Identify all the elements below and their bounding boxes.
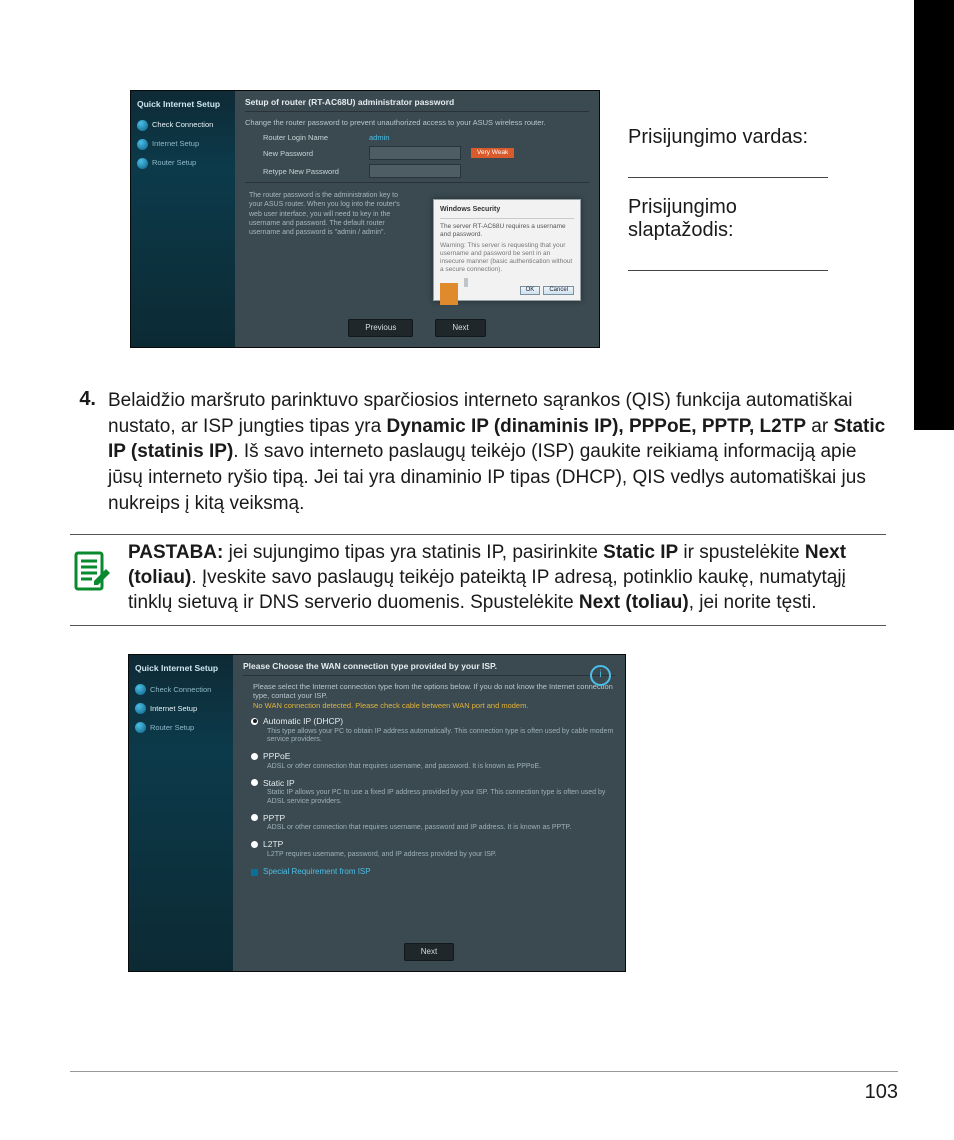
step-dot-icon — [135, 722, 146, 733]
wan-option-l2tp[interactable]: L2TP L2TP requires username, password, an… — [251, 839, 615, 859]
sidebar-item-internet-setup[interactable]: Internet Setup — [135, 699, 227, 718]
popup-title: Windows Security — [440, 206, 574, 219]
panel-title: Setup of router (RT-AC68U) administrator… — [245, 97, 589, 108]
radio-icon — [251, 779, 258, 786]
router-main-panel: i Please Choose the WAN connection type … — [233, 655, 625, 971]
option-label: Automatic IP (DHCP) — [263, 716, 343, 726]
step-4: 4. Belaidžio maršruto parinktuvo sparčio… — [70, 388, 886, 516]
wan-option-automatic-ip-dhcp-[interactable]: Automatic IP (DHCP) This type allows your… — [251, 716, 615, 745]
panel-title: Please Choose the WAN connection type pr… — [243, 661, 615, 672]
username-blank-line — [628, 155, 828, 178]
option-label: L2TP — [263, 839, 283, 849]
popup-cancel-button[interactable]: Cancel — [543, 286, 574, 296]
retype-password-input[interactable] — [369, 164, 461, 178]
step-number: 4. — [70, 388, 96, 516]
panel-description: Change the router password to prevent un… — [245, 118, 589, 127]
radio-icon — [251, 841, 258, 848]
panel-description: Please select the Internet connection ty… — [253, 682, 615, 710]
step-dot-icon — [135, 684, 146, 695]
router-wan-type-screenshot: Quick Internet Setup Check Connection In… — [128, 654, 626, 972]
note-block: PASTABA: jei sujungimo tipas yra statini… — [70, 534, 886, 626]
note-icon — [70, 541, 114, 615]
new-password-label: New Password — [263, 149, 359, 158]
windows-security-popup: Windows Security The server RT-AC68U req… — [433, 199, 581, 301]
password-label-line2: slaptažodis: — [628, 219, 858, 242]
popup-line-1: The server RT-AC68U requires a username … — [440, 223, 574, 239]
previous-button[interactable]: Previous — [348, 319, 413, 337]
step-dot-icon — [135, 703, 146, 714]
next-button[interactable]: Next — [404, 943, 454, 961]
wan-option-pppoe[interactable]: PPPoE ADSL or other connection that requi… — [251, 751, 615, 771]
login-name-label: Router Login Name — [263, 133, 359, 142]
retype-password-label: Retype New Password — [263, 167, 359, 176]
next-button[interactable]: Next — [435, 319, 485, 337]
wan-option-static-ip[interactable]: Static IPStatic IP allows your PC to use… — [251, 778, 615, 807]
sidebar-item-router-setup[interactable]: Router Setup — [135, 718, 227, 737]
special-requirement-toggle[interactable]: Special Requirement from ISP — [251, 867, 615, 877]
sidebar-item-check-connection[interactable]: Check Connection — [137, 116, 229, 135]
square-icon — [251, 869, 258, 876]
popup-line-2: Warning: This server is requesting that … — [440, 242, 574, 275]
router-main-panel: Setup of router (RT-AC68U) administrator… — [235, 91, 599, 347]
radio-icon — [251, 814, 258, 821]
popup-password-input[interactable] — [466, 278, 468, 287]
router-admin-password-screenshot: Quick Internet Setup Check Connection In… — [130, 90, 600, 348]
sidebar-header: Quick Internet Setup — [135, 663, 227, 674]
credential-write-in-area: Prisijungimo vardas: Prisijungimo slapta… — [628, 90, 858, 289]
page-number: 103 — [865, 1081, 898, 1104]
password-label-line1: Prisijungimo — [628, 196, 858, 219]
radio-icon — [251, 718, 258, 725]
step-text: Belaidžio maršruto parinktuvo sparčiosio… — [108, 388, 886, 516]
step-dot-icon — [137, 120, 148, 131]
router-sidebar: Quick Internet Setup Check Connection In… — [131, 91, 235, 347]
password-blank-line — [628, 248, 828, 271]
sidebar-item-check-connection[interactable]: Check Connection — [135, 680, 227, 699]
wan-option-pptp[interactable]: PPTPADSL or other connection that requir… — [251, 813, 615, 833]
note-text: PASTABA: jei sujungimo tipas yra statini… — [128, 541, 886, 615]
sidebar-header: Quick Internet Setup — [137, 99, 229, 110]
option-label: PPPoE — [263, 751, 290, 761]
option-description: Static IP allows your PC to use a fixed … — [267, 789, 615, 807]
lock-icon — [440, 283, 458, 305]
password-strength-badge: Very Weak — [471, 148, 514, 158]
option-label: PPTP — [263, 813, 285, 823]
popup-ok-button[interactable]: OK — [520, 286, 541, 296]
username-label: Prisijungimo vardas: — [628, 126, 858, 149]
option-description: L2TP requires username, password, and IP… — [267, 851, 615, 860]
router-sidebar: Quick Internet Setup Check Connection In… — [129, 655, 233, 971]
option-description: This type allows your PC to obtain IP ad… — [267, 728, 615, 746]
footer-rule — [70, 1071, 898, 1072]
option-description: ADSL or other connection that requires u… — [267, 763, 615, 772]
new-password-input[interactable] — [369, 146, 461, 160]
sidebar-item-internet-setup[interactable]: Internet Setup — [137, 135, 229, 154]
step-dot-icon — [137, 158, 148, 169]
panel-help-text: The router password is the administratio… — [249, 191, 409, 236]
radio-icon — [251, 753, 258, 760]
login-name-value: admin — [369, 133, 389, 142]
option-description: ADSL or other connection that requires u… — [267, 824, 615, 833]
step-dot-icon — [137, 139, 148, 150]
page-edge-tab — [914, 0, 954, 430]
option-label: Static IP — [263, 778, 295, 788]
sidebar-item-router-setup[interactable]: Router Setup — [137, 154, 229, 173]
